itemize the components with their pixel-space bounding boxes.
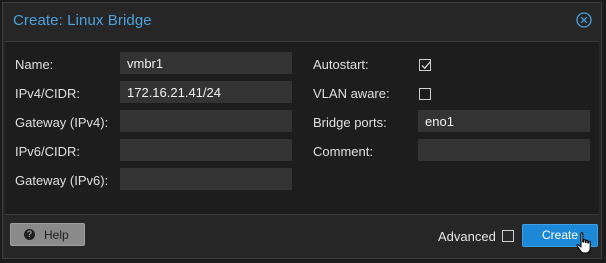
name-label: Name: (15, 57, 54, 72)
advanced-checkbox[interactable] (502, 230, 514, 242)
dialog-titlebar[interactable]: Create: Linux Bridge (3, 3, 601, 37)
gateway-ipv4-field[interactable] (120, 110, 292, 132)
comment-label: Comment: (313, 144, 373, 159)
hand-pointer-icon (576, 232, 591, 254)
bridge-ports-label: Bridge ports: (313, 115, 387, 130)
ipv4-cidr-field[interactable] (120, 81, 292, 103)
checkmark-icon (421, 61, 431, 70)
ipv6-cidr-label: IPv6/CIDR: (15, 144, 81, 159)
question-circle-icon: ? (24, 229, 35, 240)
help-button-label: Help (44, 228, 69, 242)
gateway-ipv6-field[interactable] (120, 168, 292, 190)
create-linux-bridge-dialog: Create: Linux Bridge Name: IPv4/CIDR: Ga… (2, 2, 602, 259)
name-field[interactable] (120, 52, 292, 74)
dialog-title: Create: Linux Bridge (13, 12, 152, 29)
autostart-checkbox[interactable] (419, 59, 431, 71)
ipv6-cidr-field[interactable] (120, 139, 292, 161)
advanced-label: Advanced (438, 229, 496, 244)
vlan-aware-label: VLAN aware: (313, 86, 390, 101)
form-panel: Name: IPv4/CIDR: Gateway (IPv4): IPv6/CI… (5, 41, 599, 215)
bridge-ports-field[interactable] (418, 110, 590, 132)
close-icon[interactable] (576, 12, 592, 28)
help-button[interactable]: ? Help (10, 223, 85, 246)
comment-field[interactable] (418, 139, 590, 161)
ipv4-cidr-label: IPv4/CIDR: (15, 86, 81, 101)
gateway-ipv6-label: Gateway (IPv6): (15, 173, 109, 188)
vlan-aware-checkbox[interactable] (419, 88, 431, 100)
gateway-ipv4-label: Gateway (IPv4): (15, 115, 109, 130)
autostart-label: Autostart: (313, 57, 369, 72)
